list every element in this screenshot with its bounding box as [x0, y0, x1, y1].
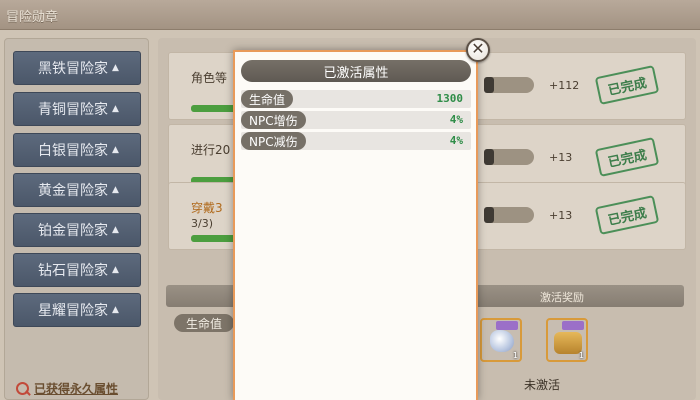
task-reward: +13 [549, 209, 573, 222]
popup-title: 已激活属性 [241, 60, 471, 82]
sidebar-item-label: 钻石冒险家 [38, 263, 108, 279]
task-progress-slider [484, 77, 534, 93]
chevron-up-icon: ▲ [112, 104, 119, 114]
activation-status: 未激活 [524, 378, 561, 392]
completed-stamp: 已完成 [594, 195, 660, 235]
reward-item-slot[interactable]: 1 [546, 318, 588, 362]
task-text: 穿戴3 [191, 201, 223, 215]
permanent-attributes-label: 已获得永久属性 [34, 382, 119, 396]
sidebar-item-gold[interactable]: 黄金冒险家 ▲ [13, 173, 141, 207]
sidebar-item-label: 青铜冒险家 [38, 102, 108, 118]
chevron-up-icon: ▲ [112, 225, 119, 235]
attribute-value: 4% [449, 134, 463, 147]
chevron-up-icon: ▲ [112, 265, 119, 275]
attribute-name: NPC增伤 [241, 111, 306, 129]
bag-icon [554, 332, 582, 354]
close-icon[interactable]: ✕ [466, 38, 490, 62]
attribute-row: NPC增伤 4% [241, 111, 471, 129]
reward-item-slot[interactable]: 1 [480, 318, 522, 362]
item-badge [562, 321, 584, 330]
sidebar-item-black-iron[interactable]: 黑铁冒险家 ▲ [13, 51, 141, 85]
sidebar-item-label: 白银冒险家 [38, 143, 108, 159]
completed-stamp: 已完成 [594, 65, 660, 105]
gem-icon [490, 330, 514, 352]
sidebar: 黑铁冒险家 ▲ 青铜冒险家 ▲ 白银冒险家 ▲ 黄金冒险家 ▲ 铂金冒险家 ▲ … [4, 38, 149, 400]
task-reward: +13 [549, 151, 573, 164]
magnifier-icon [16, 381, 30, 396]
sidebar-item-label: 黄金冒险家 [38, 183, 108, 199]
task-text: 进行20 [191, 143, 231, 157]
chevron-up-icon: ▲ [112, 305, 119, 315]
sidebar-item-bronze[interactable]: 青铜冒险家 ▲ [13, 92, 141, 126]
attribute-value: 4% [449, 113, 463, 126]
item-count: 1 [578, 351, 584, 360]
attribute-value: 1300 [436, 92, 464, 105]
sidebar-item-label: 铂金冒险家 [38, 223, 108, 239]
sidebar-item-starglory[interactable]: 星耀冒险家 ▲ [13, 293, 141, 327]
chevron-up-icon: ▲ [112, 63, 119, 73]
attribute-row: NPC减伤 4% [241, 132, 471, 150]
sidebar-item-diamond[interactable]: 钻石冒险家 ▲ [13, 253, 141, 287]
item-count: 1 [512, 351, 518, 360]
task-progress-slider [484, 149, 534, 165]
sidebar-item-label: 星耀冒险家 [38, 303, 108, 319]
window-titlebar: 冒险勋章 [0, 0, 700, 30]
sidebar-item-platinum[interactable]: 铂金冒险家 ▲ [13, 213, 141, 247]
item-badge [496, 321, 518, 330]
chevron-up-icon: ▲ [112, 145, 119, 155]
sidebar-item-label: 黑铁冒险家 [38, 61, 108, 77]
attribute-row: 生命值 1300 [241, 90, 471, 108]
window-title: 冒险勋章 [6, 10, 59, 25]
chevron-up-icon: ▲ [112, 185, 119, 195]
permanent-attributes-link[interactable]: 已获得永久属性 [16, 380, 118, 397]
task-reward: +112 [549, 79, 580, 92]
reward-section-title: 激活奖励 [540, 291, 584, 304]
activated-attributes-popup: 已激活属性 生命值 1300 NPC增伤 4% NPC减伤 4% [233, 50, 478, 400]
attribute-name: 生命值 [241, 90, 294, 108]
sidebar-item-silver[interactable]: 白银冒险家 ▲ [13, 133, 141, 167]
completed-stamp: 已完成 [594, 137, 660, 177]
task-subtext: 3/3) [191, 217, 213, 230]
task-progress-slider [484, 207, 534, 223]
task-text: 角色等 [191, 71, 228, 85]
reward-attribute-tag: 生命值 [174, 314, 234, 332]
attribute-name: NPC减伤 [241, 132, 306, 150]
